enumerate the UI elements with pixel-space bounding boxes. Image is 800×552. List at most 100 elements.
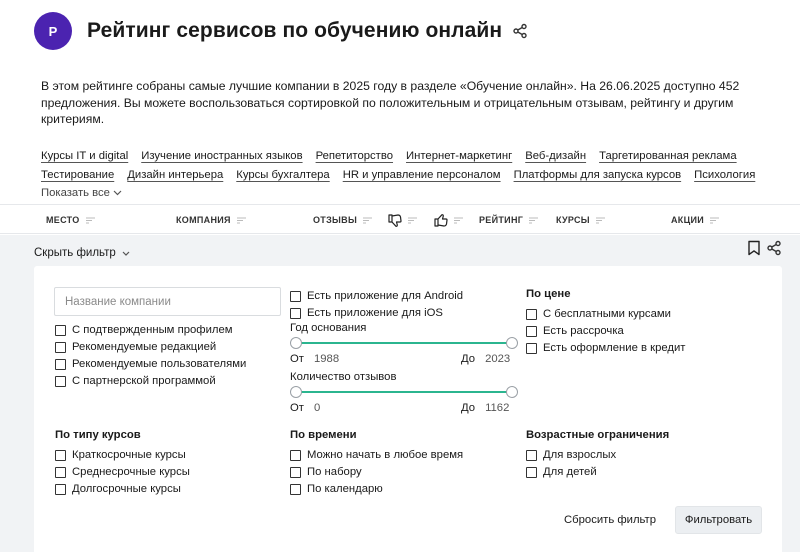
sort-icon bbox=[236, 217, 246, 224]
checkbox-short-courses[interactable]: Краткосрочные курсы bbox=[55, 448, 186, 462]
column-courses[interactable]: КУРСЫ bbox=[556, 205, 605, 235]
checkbox-adults[interactable]: Для взрослых bbox=[526, 448, 616, 462]
column-negative[interactable] bbox=[388, 205, 417, 235]
filter-area: Скрыть фильтр С подтвержденным профилем … bbox=[0, 235, 800, 552]
slider-min-handle[interactable] bbox=[290, 337, 302, 349]
checkbox-free-courses[interactable]: С бесплатными курсами bbox=[526, 307, 671, 321]
hide-filter-label: Скрыть фильтр bbox=[34, 247, 116, 259]
table-header: МЕСТО КОМПАНИЯ ОТЗЫВЫ РЕЙТИНГ КУРСЫ АКЦИ… bbox=[0, 204, 800, 234]
checkbox-label: По календарю bbox=[307, 483, 383, 495]
bookmark-icon[interactable] bbox=[747, 240, 761, 256]
column-place[interactable]: МЕСТО bbox=[46, 205, 95, 235]
category-link[interactable]: Тестирование bbox=[41, 169, 114, 181]
slider-min-handle[interactable] bbox=[290, 386, 302, 398]
column-positive[interactable] bbox=[434, 205, 463, 235]
share-icon[interactable] bbox=[511, 22, 529, 40]
column-rating[interactable]: РЕЙТИНГ bbox=[479, 205, 539, 235]
category-link[interactable]: Курсы IT и digital bbox=[41, 150, 128, 162]
checkbox-start-anytime[interactable]: Можно начать в любое время bbox=[290, 448, 463, 462]
checkbox-label: С бесплатными курсами bbox=[543, 308, 671, 320]
column-courses-label: КУРСЫ bbox=[556, 215, 590, 225]
show-all-label: Показать все bbox=[41, 187, 110, 199]
checkbox-by-calendar[interactable]: По календарю bbox=[290, 482, 383, 496]
category-link[interactable]: Изучение иностранных языков bbox=[141, 150, 302, 162]
sort-icon bbox=[710, 217, 720, 224]
checkbox-partner-program[interactable]: С партнерской программой bbox=[55, 374, 216, 388]
slider-track bbox=[296, 342, 512, 344]
checkbox-verified-profile[interactable]: С подтвержденным профилем bbox=[55, 323, 233, 337]
category-link[interactable]: Дизайн интерьера bbox=[127, 169, 223, 181]
checkbox-box bbox=[526, 308, 537, 320]
reviews-count-from: От 0 bbox=[290, 402, 321, 414]
checkbox-label: Долгосрочные курсы bbox=[72, 483, 181, 495]
checkbox-label: Есть оформление в кредит bbox=[543, 342, 686, 354]
category-link[interactable]: Веб-дизайн bbox=[525, 150, 586, 162]
checkbox-box bbox=[526, 342, 537, 354]
checkbox-label: Можно начать в любое время bbox=[307, 449, 464, 461]
checkbox-label: Есть рассрочка bbox=[543, 325, 624, 337]
chevron-down-icon bbox=[113, 190, 122, 196]
category-link[interactable]: HR и управление персоналом bbox=[343, 169, 501, 181]
intro-text: В этом рейтинге собраны самые лучшие ком… bbox=[41, 79, 740, 126]
checkbox-box bbox=[55, 449, 66, 461]
checkbox-label: Рекомендуемые редакцией bbox=[72, 341, 217, 353]
filter-panel: С подтвержденным профилем Рекомендуемые … bbox=[34, 266, 782, 552]
checkbox-label: Рекомендуемые пользователями bbox=[72, 358, 247, 370]
checkbox-label: С подтвержденным профилем bbox=[72, 324, 233, 336]
category-link[interactable]: Репетиторство bbox=[316, 150, 393, 162]
checkbox-ios-app[interactable]: Есть приложение для iOS bbox=[290, 306, 443, 320]
category-row: Курсы IT и digital Изучение иностранных … bbox=[41, 146, 781, 166]
checkbox-credit[interactable]: Есть оформление в кредит bbox=[526, 341, 686, 355]
reviews-count-label: Количество отзывов bbox=[290, 371, 397, 383]
chevron-down-icon bbox=[122, 251, 130, 256]
checkbox-by-enrollment[interactable]: По набору bbox=[290, 465, 362, 479]
founded-to: До 2023 bbox=[461, 353, 511, 365]
category-link[interactable]: Психология bbox=[694, 169, 755, 181]
founded-from: От 1988 bbox=[290, 353, 340, 365]
column-rating-label: РЕЙТИНГ bbox=[479, 215, 524, 225]
checkbox-box bbox=[290, 290, 301, 302]
column-promos[interactable]: АКЦИИ bbox=[671, 205, 720, 235]
checkbox-editor-recommended[interactable]: Рекомендуемые редакцией bbox=[55, 340, 216, 354]
reset-filter-button[interactable]: Сбросить фильтр bbox=[564, 506, 656, 534]
checkbox-box bbox=[55, 483, 66, 495]
slider-track bbox=[296, 391, 512, 393]
column-promos-label: АКЦИИ bbox=[671, 215, 705, 225]
share-icon[interactable] bbox=[766, 240, 782, 256]
avatar: P bbox=[34, 12, 72, 50]
category-link[interactable]: Интернет-маркетинг bbox=[406, 150, 512, 162]
column-company-label: КОМПАНИЯ bbox=[176, 215, 231, 225]
page-header: P Рейтинг сервисов по обучению онлайн bbox=[34, 12, 529, 50]
category-link[interactable]: Курсы бухгалтера bbox=[236, 169, 329, 181]
apply-filter-button[interactable]: Фильтровать bbox=[675, 506, 762, 534]
checkbox-android-app[interactable]: Есть приложение для Android bbox=[290, 289, 463, 303]
checkbox-user-recommended[interactable]: Рекомендуемые пользователями bbox=[55, 357, 246, 371]
company-name-input[interactable] bbox=[54, 287, 281, 316]
sort-icon bbox=[595, 217, 605, 224]
reviews-count-slider[interactable] bbox=[290, 386, 518, 398]
thumbs-up-icon bbox=[434, 213, 448, 227]
checkbox-label: Есть приложение для Android bbox=[307, 290, 464, 302]
sort-icon bbox=[454, 217, 463, 224]
column-reviews[interactable]: ОТЗЫВЫ bbox=[313, 205, 373, 235]
checkbox-mid-courses[interactable]: Среднесрочные курсы bbox=[55, 465, 190, 479]
hide-filter-button[interactable]: Скрыть фильтр bbox=[34, 247, 130, 259]
checkbox-kids[interactable]: Для детей bbox=[526, 465, 597, 479]
slider-max-handle[interactable] bbox=[506, 386, 518, 398]
course-type-section-title: По типу курсов bbox=[55, 429, 141, 441]
checkbox-installments[interactable]: Есть рассрочка bbox=[526, 324, 624, 338]
checkbox-label: Для взрослых bbox=[543, 449, 617, 461]
checkbox-box bbox=[290, 483, 301, 495]
category-row: Тестирование Дизайн интерьера Курсы бухг… bbox=[41, 166, 781, 186]
checkbox-long-courses[interactable]: Долгосрочные курсы bbox=[55, 482, 181, 496]
category-link[interactable]: Платформы для запуска курсов bbox=[514, 169, 682, 181]
show-all-button[interactable]: Показать все bbox=[41, 186, 781, 200]
column-company[interactable]: КОМПАНИЯ bbox=[176, 205, 246, 235]
founded-slider[interactable] bbox=[290, 337, 518, 349]
checkbox-box bbox=[290, 449, 301, 461]
reviews-count-to: До 1162 bbox=[461, 402, 510, 414]
checkbox-box bbox=[526, 449, 537, 461]
slider-max-handle[interactable] bbox=[506, 337, 518, 349]
category-link[interactable]: Таргетированная реклама bbox=[599, 150, 737, 162]
price-section-title: По цене bbox=[526, 288, 571, 300]
